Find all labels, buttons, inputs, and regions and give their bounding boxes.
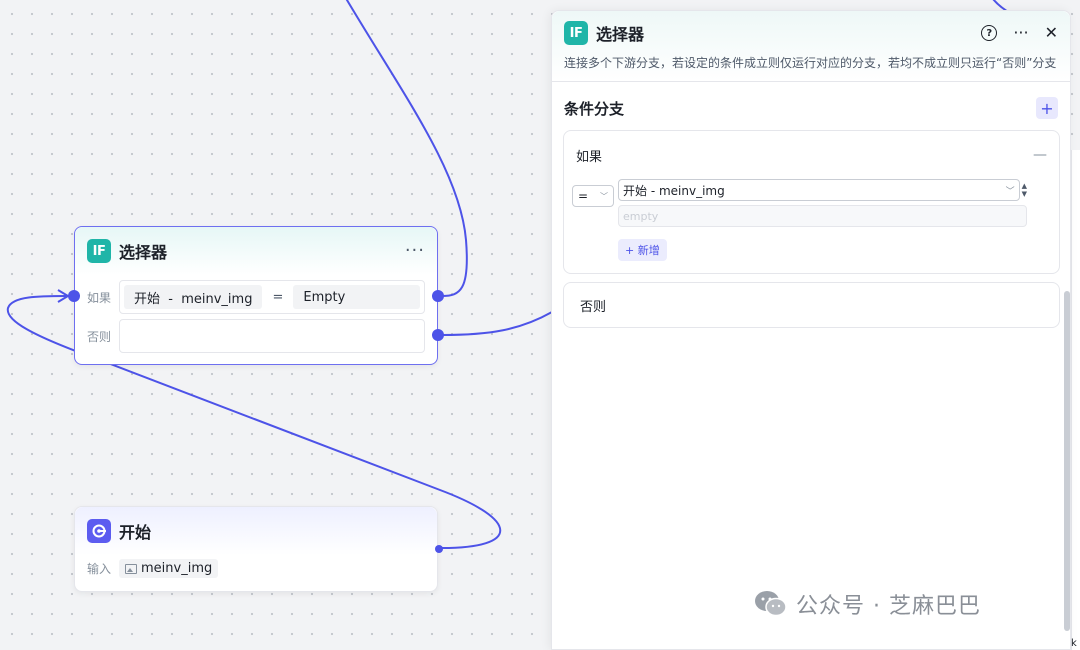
if-node-header: IF 选择器 ···: [75, 227, 437, 275]
condition-summary[interactable]: 开始 - meinv_img = Empty: [119, 280, 425, 314]
if-branch-card: 如果 — = ﹀ 开始 - meinv_img ﹀ ▲ ▼ empty + 新增: [563, 130, 1060, 274]
more-icon[interactable]: ···: [1013, 25, 1028, 41]
if-true-output-port[interactable]: [432, 290, 444, 302]
divider: [552, 81, 1070, 82]
input-label: 输入: [87, 562, 112, 576]
collapse-icon[interactable]: —: [1033, 147, 1047, 163]
else-branch-card: 否则: [563, 282, 1060, 328]
left-value-select[interactable]: 开始 - meinv_img ﹀: [618, 179, 1020, 201]
if-icon: IF: [87, 239, 111, 263]
add-condition-button[interactable]: + 新增: [618, 239, 667, 261]
panel-title: 选择器: [596, 25, 645, 44]
if-else-output-port[interactable]: [432, 329, 444, 341]
input-variable-name: meinv_img: [141, 561, 213, 576]
panel-header: IF 选择器 ? ··· ✕ 连接多个下游分支，若设定的条件成立则仅运行对应的分…: [552, 11, 1070, 81]
start-node-title: 开始: [119, 523, 152, 542]
input-variable-tag: meinv_img: [119, 559, 219, 578]
if-node[interactable]: IF 选择器 ··· 如果 开始 - meinv_img = Empty 否则: [74, 226, 438, 365]
wechat-icon: [755, 591, 787, 617]
if-icon: IF: [564, 21, 588, 45]
start-node-header: 开始: [75, 507, 437, 555]
else-branch-box[interactable]: [119, 319, 425, 353]
background-window-edge: [1071, 150, 1080, 650]
else-card-label: 否则: [580, 299, 607, 315]
panel-scrollbar[interactable]: [1064, 291, 1070, 631]
condition-section-header: 条件分支 +: [552, 86, 1070, 130]
more-icon[interactable]: ···: [405, 242, 425, 260]
background-window-text: k: [1071, 638, 1077, 649]
condition-right: Empty: [293, 285, 420, 309]
image-icon: [125, 563, 138, 574]
else-branch-row: 否则: [75, 319, 437, 353]
watermark: 公众号 · 芝麻巴巴: [754, 588, 981, 620]
if-card-label: 如果: [576, 149, 603, 165]
edge-arrowhead: [57, 289, 70, 303]
reorder-stepper[interactable]: ▲ ▼: [1022, 182, 1027, 198]
start-output-port[interactable]: [435, 545, 443, 553]
else-branch-label: 否则: [87, 329, 112, 344]
chevron-down-icon: ﹀: [600, 191, 608, 201]
start-icon: [87, 519, 111, 543]
help-icon[interactable]: ?: [981, 25, 998, 41]
panel-description: 连接多个下游分支，若设定的条件成立则仅运行对应的分支，若均不成立则只运行“否则”…: [564, 56, 1057, 70]
start-node[interactable]: 开始 输入 meinv_img: [74, 506, 438, 592]
condition-left: 开始 - meinv_img: [124, 285, 263, 309]
if-node-title: 选择器: [119, 243, 168, 262]
condition-editor: = ﹀ 开始 - meinv_img ﹀ ▲ ▼ empty: [564, 179, 1059, 227]
right-value-input[interactable]: empty: [618, 205, 1027, 227]
add-branch-button[interactable]: +: [1036, 97, 1058, 119]
edge-else-to-panel[interactable]: [441, 311, 553, 336]
if-branch-label: 如果: [87, 290, 112, 305]
chevron-down-icon: ﹀: [1005, 186, 1015, 197]
watermark-text: 公众号 · 芝麻巴巴: [796, 594, 981, 619]
if-input-port[interactable]: [68, 290, 80, 302]
if-branch-row: 如果 开始 - meinv_img = Empty: [75, 280, 437, 314]
node-config-panel: IF 选择器 ? ··· ✕ 连接多个下游分支，若设定的条件成立则仅运行对应的分…: [551, 10, 1071, 650]
section-title: 条件分支: [564, 99, 625, 118]
close-icon[interactable]: ✕: [1045, 25, 1058, 41]
operator-select[interactable]: = ﹀: [572, 185, 614, 207]
condition-operator: =: [272, 289, 284, 305]
start-node-body: 输入 meinv_img: [75, 555, 437, 582]
